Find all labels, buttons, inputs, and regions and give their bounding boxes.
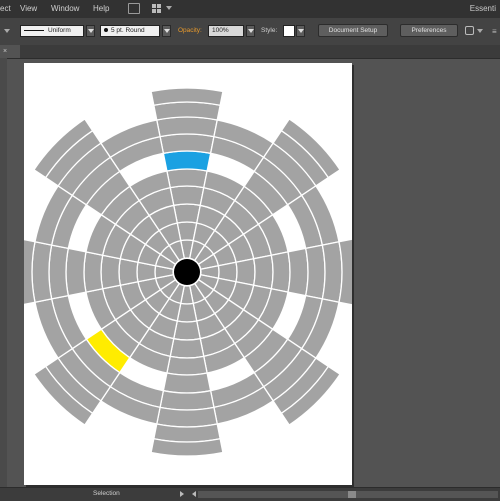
arrange-dropdown-icon[interactable] [477,29,483,33]
brush-label: 5 pt. Round [111,27,145,34]
stroke-weight-dropdown-icon[interactable] [4,29,10,33]
preferences-button[interactable]: Preferences [400,24,458,37]
highlight-segment[interactable] [162,150,212,172]
outer-ring-segment[interactable] [159,389,215,411]
menu-bar: ect View Window Help Essenti [0,0,500,18]
inner-segment[interactable] [252,254,274,290]
outer-ring-segment[interactable] [48,244,70,300]
spoke-segment[interactable] [287,247,309,297]
inner-segment[interactable] [100,254,122,290]
document-tab-strip: × [0,45,500,59]
spike-segment[interactable] [153,423,221,443]
inner-segment[interactable] [83,251,104,293]
panel-menu-icon[interactable]: ≡ [492,27,497,36]
graphic-style-dropdown[interactable] [296,25,305,37]
artboard[interactable] [24,63,352,485]
outer-ring-segment[interactable] [159,133,215,155]
opacity-input[interactable]: 100% [208,25,244,37]
status-bar: Selection [0,487,500,501]
round-brush-icon [104,28,108,33]
status-menu-arrow-icon[interactable] [180,491,184,497]
stroke-profile-dropdown[interactable] [86,25,95,37]
spike-segment[interactable] [153,101,221,121]
arrange-documents-dropdown-icon[interactable] [166,6,172,10]
outer-ring-segment[interactable] [155,116,219,138]
menu-object[interactable]: ect [0,0,11,18]
inner-segment[interactable] [166,355,208,376]
inner-segment[interactable] [166,168,208,189]
inner-segment[interactable] [235,257,256,287]
scroll-left-icon[interactable] [192,491,196,497]
inner-segment[interactable] [270,251,291,293]
menu-help[interactable]: Help [93,0,109,18]
spoke-segment[interactable] [162,372,212,394]
spoke-segment[interactable] [65,247,87,297]
variable-width-profile-field[interactable]: Uniform [20,25,84,37]
outer-ring-segment[interactable] [31,240,53,304]
inner-segment[interactable] [172,320,202,341]
opacity-label[interactable]: Opacity: [178,27,202,34]
document-tab[interactable]: × [0,45,20,58]
arrange-icon[interactable] [465,26,474,35]
stroke-line-icon [24,29,44,31]
menu-window[interactable]: Window [51,0,79,18]
arrange-documents-icon[interactable] [151,3,163,14]
inner-segment[interactable] [172,203,202,224]
radial-artwork[interactable] [24,63,352,485]
opacity-dropdown[interactable] [246,25,255,37]
outer-ring-segment[interactable] [321,240,343,304]
menu-view[interactable]: View [20,0,37,18]
center-circle[interactable] [174,259,200,285]
graphic-style-swatch[interactable] [283,25,295,37]
outer-ring-segment[interactable] [304,244,326,300]
control-bar: Uniform 5 pt. Round Opacity: 100% Style:… [0,18,500,46]
tools-panel-edge [0,58,7,500]
inner-segment[interactable] [169,337,205,359]
close-tab-icon[interactable]: × [3,47,7,56]
brush-dropdown[interactable] [162,25,171,37]
outer-ring-segment[interactable] [155,406,219,428]
inner-segment[interactable] [169,185,205,207]
status-mode-label: Selection [93,490,120,497]
style-label: Style: [261,27,278,34]
stroke-profile-label: Uniform [48,27,71,34]
document-setup-button[interactable]: Document Setup [318,24,388,37]
workspace-switcher[interactable]: Essenti [470,0,496,18]
inner-segment[interactable] [118,257,139,287]
horizontal-scrollbar[interactable] [198,491,498,498]
bridge-icon[interactable] [128,3,140,14]
scrollbar-thumb[interactable] [348,491,356,498]
brush-definition-field[interactable]: 5 pt. Round [100,25,160,37]
